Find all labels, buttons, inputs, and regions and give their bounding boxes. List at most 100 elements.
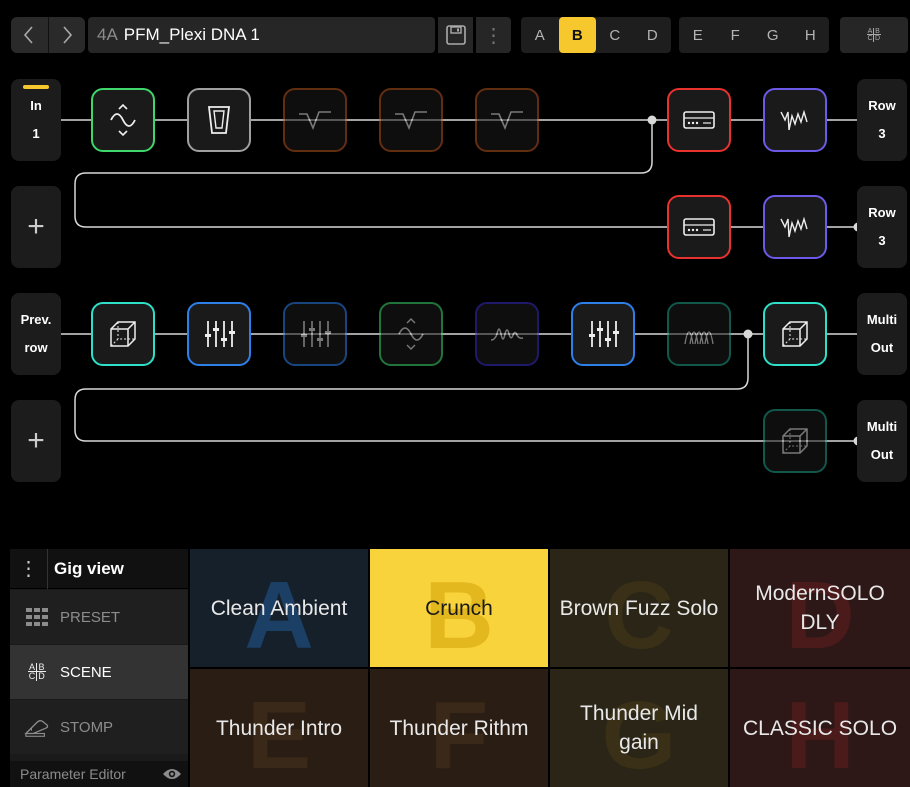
scene-button-g[interactable]: G bbox=[754, 17, 792, 53]
output-label: Row bbox=[868, 205, 896, 220]
previous-preset-button[interactable] bbox=[11, 17, 48, 53]
next-preset-button[interactable] bbox=[47, 17, 86, 53]
eye-icon[interactable] bbox=[162, 766, 182, 785]
gig-view-title: Gig view bbox=[54, 558, 124, 578]
sidebar-item-preset[interactable]: PRESET bbox=[10, 590, 188, 644]
amp-head-icon bbox=[683, 111, 715, 129]
scene-tile-d[interactable]: D ModernSOLO DLY bbox=[730, 549, 910, 667]
preset-name: PFM_Plexi DNA 1 bbox=[123, 25, 260, 44]
sidebar-item-label: STOMP bbox=[60, 718, 114, 736]
reverb-block-row4[interactable] bbox=[763, 409, 827, 473]
amp-head-icon bbox=[683, 218, 715, 236]
save-icon bbox=[445, 25, 466, 45]
add-row-button[interactable]: + bbox=[11, 186, 61, 268]
abcd-a: A bbox=[867, 28, 874, 35]
filter-block-3[interactable] bbox=[475, 88, 539, 152]
impulse-response-icon bbox=[780, 216, 808, 238]
sidebar-item-label: PRESET bbox=[60, 608, 121, 626]
abcd-c: C bbox=[28, 671, 37, 681]
scene-tile-b[interactable]: B Crunch bbox=[370, 549, 548, 667]
modulation-block[interactable] bbox=[475, 302, 539, 366]
vertical-dots-icon: ⋮ bbox=[483, 24, 504, 47]
eq-block-3[interactable] bbox=[571, 302, 635, 366]
scene-tile-name: Thunder Rithm bbox=[389, 716, 529, 740]
gig-view-header: ⋮ Gig view bbox=[10, 548, 188, 589]
abcd-b: B bbox=[874, 28, 881, 35]
scene-tile-f[interactable]: F Thunder Rithm bbox=[370, 669, 548, 787]
filter-block-1[interactable] bbox=[283, 88, 347, 152]
scene-button-a[interactable]: A bbox=[521, 17, 559, 53]
input-number: 1 bbox=[32, 126, 40, 141]
sidebar-item-stomp[interactable]: STOMP bbox=[10, 700, 188, 754]
row3-output-slot[interactable]: Multi Out bbox=[857, 293, 907, 375]
modulation-wave-icon bbox=[490, 328, 524, 341]
gate-block-row3[interactable] bbox=[379, 302, 443, 366]
add-row-button[interactable]: + bbox=[11, 400, 61, 482]
scene-tile-name: CLASSIC SOLO bbox=[742, 716, 898, 740]
noise-gate-block[interactable] bbox=[91, 88, 155, 152]
row2-output-slot[interactable]: Row 3 bbox=[857, 186, 907, 268]
scene-tile-c[interactable]: C Brown Fuzz Solo bbox=[550, 549, 728, 667]
bandpass-filter-icon bbox=[491, 111, 523, 131]
abcd-grid-icon: A B C D bbox=[24, 660, 50, 684]
cab-ir-block[interactable] bbox=[763, 88, 827, 152]
scene-buttons-e-h: E F G H bbox=[679, 17, 829, 53]
vertical-dots-icon: ⋮ bbox=[18, 558, 39, 580]
gate-icon bbox=[110, 103, 136, 137]
output-number: 3 bbox=[878, 126, 886, 141]
sidebar-item-scene[interactable]: A B C D SCENE bbox=[10, 645, 188, 699]
reverb-block[interactable] bbox=[91, 302, 155, 366]
scene-button-e[interactable]: E bbox=[679, 17, 717, 53]
abcd-d: D bbox=[38, 671, 45, 681]
output-label: Row bbox=[868, 98, 896, 113]
cab-ir-block-row2[interactable] bbox=[763, 195, 827, 259]
preset-number: 4A bbox=[97, 25, 118, 44]
amp-block[interactable] bbox=[667, 88, 731, 152]
gate-icon bbox=[398, 318, 424, 350]
abcd-c: C bbox=[867, 35, 874, 42]
wah-pedal-icon bbox=[207, 106, 231, 134]
scene-button-b[interactable]: B bbox=[558, 17, 596, 53]
scene-tile-a[interactable]: A Clean Ambient bbox=[190, 549, 368, 667]
scene-tile-name: Clean Ambient bbox=[210, 596, 348, 620]
scene-button-d[interactable]: D bbox=[634, 17, 672, 53]
input-1-slot[interactable]: In 1 bbox=[11, 79, 61, 161]
input-label: Prev. bbox=[20, 312, 52, 327]
eq-block-2[interactable] bbox=[283, 302, 347, 366]
scene-button-h[interactable]: H bbox=[792, 17, 830, 53]
scene-button-c[interactable]: C bbox=[596, 17, 634, 53]
row4-output-slot[interactable]: Multi Out bbox=[857, 400, 907, 482]
more-options-button[interactable]: ⋮ bbox=[476, 17, 511, 53]
eq-block-1[interactable] bbox=[187, 302, 251, 366]
scene-tile-g[interactable]: G Thunder Mid gain bbox=[550, 669, 728, 787]
reverb-block-2[interactable] bbox=[763, 302, 827, 366]
output-label: Multi bbox=[866, 419, 898, 434]
parameter-editor-toggle[interactable]: Parameter Editor bbox=[10, 761, 188, 787]
gig-view-menu-button[interactable]: ⋮ bbox=[10, 548, 48, 589]
scene-buttons-a-d: A B C D bbox=[521, 17, 671, 53]
output-label: Multi bbox=[866, 312, 898, 327]
scene-view-button[interactable]: A B C D bbox=[840, 17, 908, 53]
sidebar-item-label: SCENE bbox=[60, 663, 112, 681]
delay-block[interactable] bbox=[667, 302, 731, 366]
save-button[interactable] bbox=[438, 17, 473, 53]
input-level-indicator bbox=[23, 85, 49, 89]
row1-output-slot[interactable]: Row 3 bbox=[857, 79, 907, 161]
scene-tile-h[interactable]: H CLASSIC SOLO bbox=[730, 669, 910, 787]
preset-name-field[interactable]: 4A PFM_Plexi DNA 1 bbox=[88, 17, 435, 53]
wah-block[interactable] bbox=[187, 88, 251, 152]
parameter-editor-label: Parameter Editor bbox=[20, 766, 126, 782]
eq-sliders-icon bbox=[589, 321, 619, 347]
abcd-grid-icon: A B C D bbox=[867, 28, 881, 42]
previous-row-input-slot[interactable]: Prev. row bbox=[11, 293, 61, 375]
output-label-2: Out bbox=[870, 340, 894, 355]
filter-block-2[interactable] bbox=[379, 88, 443, 152]
cube-icon bbox=[782, 428, 808, 454]
gig-view-panel: ⋮ Gig view PRESET A B C D SCENE STOMP Pa… bbox=[10, 548, 910, 787]
scene-tile-name: ModernSOLO DLY bbox=[755, 582, 885, 634]
cube-icon bbox=[782, 321, 808, 347]
scene-tile-e[interactable]: E Thunder Intro bbox=[190, 669, 368, 787]
amp-block-row2[interactable] bbox=[667, 195, 731, 259]
scene-button-f[interactable]: F bbox=[717, 17, 755, 53]
bandpass-filter-icon bbox=[299, 111, 331, 131]
